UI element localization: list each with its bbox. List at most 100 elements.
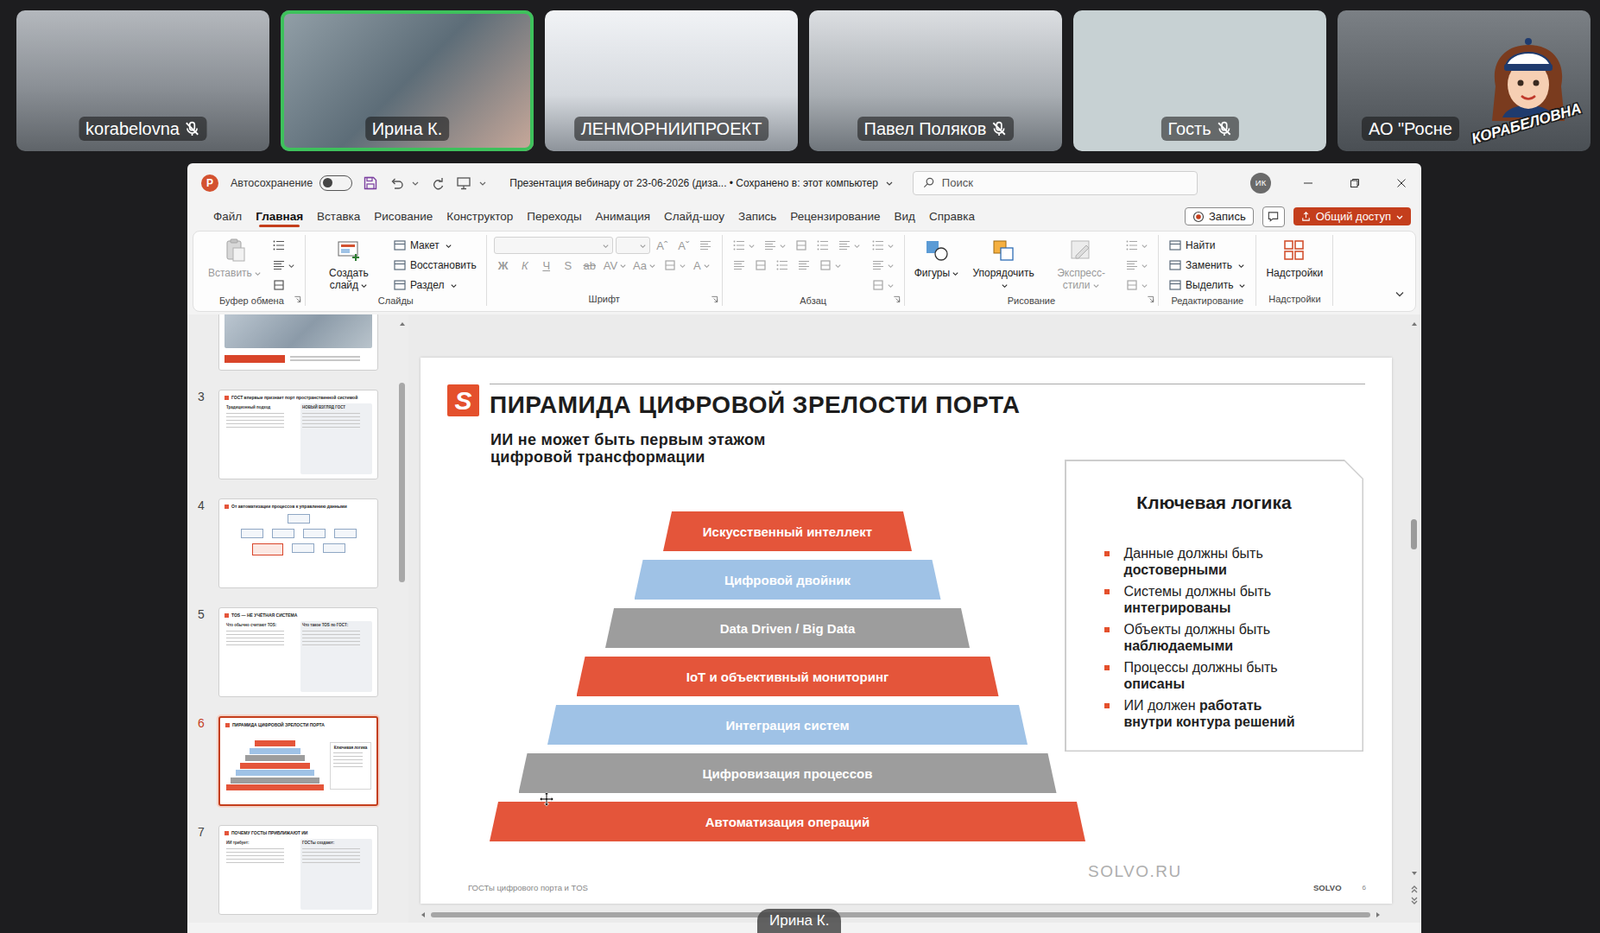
quick-access-menu-icon[interactable] [478,178,487,188]
ribbon-big-button[interactable]: Вставить [205,234,265,281]
ribbon-tab[interactable]: Слайд-шоу [657,204,732,228]
slide-thumbnail-item[interactable]: 3ГОСТ впервые признает порт пространстве… [197,389,409,480]
scrollbar-thumb[interactable] [1410,518,1417,550]
scrollbar-thumb[interactable] [430,911,1371,917]
dialog-launcher-icon[interactable] [1146,295,1155,304]
ribbon-tab[interactable]: Справка [922,204,982,228]
autosave-toggle[interactable] [319,175,353,191]
ribbon-icon-button[interactable] [1122,256,1151,274]
slide-thumbnail[interactable]: ГОСТ впервые признает порт пространствен… [218,389,379,480]
minimize-button[interactable] [1288,163,1329,203]
ribbon-small-button[interactable]: Заменить [1165,257,1248,273]
ribbon-icon-button[interactable] [660,256,690,274]
ribbon-icon-button[interactable] [868,236,898,254]
participant-tile[interactable]: ЛЕНМОРНИИПРОЕКТ [544,10,798,152]
ribbon-small-button[interactable]: Макет [390,237,456,253]
title-menu-icon[interactable] [885,178,894,188]
slide-thumbnail[interactable]: TOS — НЕ УЧЁТНАЯ СИСТЕМАЧто обычно счита… [218,607,379,697]
collapse-ribbon-icon[interactable] [1394,288,1405,299]
ribbon-icon-button[interactable] [794,256,814,274]
ribbon-icon-button[interactable] [729,256,749,274]
ribbon-tab[interactable]: Вставка [309,204,367,228]
ribbon-icon-button[interactable] [813,236,833,254]
slide-thumbnail-item[interactable]: 6ПИРАМИДА ЦИФРОВОЙ ЗРЕЛОСТИ ПОРТАКлючева… [197,715,409,806]
ribbon-icon-button[interactable] [729,236,759,254]
ribbon-tab[interactable]: Главная [248,204,310,228]
record-button[interactable]: Запись [1184,207,1254,226]
ribbon-tab[interactable]: Переходы [519,204,589,228]
scroll-left-icon[interactable] [418,910,428,919]
user-avatar[interactable]: ИК [1250,172,1272,194]
ribbon-icon-button[interactable] [772,256,792,274]
pane-scrollbar-thumb[interactable] [398,382,405,582]
ribbon-icon-button[interactable] [269,276,289,294]
ribbon-big-button[interactable]: Создать слайд [312,234,386,293]
slide-thumbnail-item[interactable]: 4От автоматизации процессов к управлению… [197,498,409,589]
previous-slide-icon[interactable] [1410,884,1419,893]
slide-thumbnail[interactable]: ПОЧЕМУ ГОСТЫ ПРИБЛИЖАЮТ ИИИИ требует:ГОС… [218,824,379,915]
ribbon-icon-button[interactable] [868,276,898,294]
redo-icon[interactable] [430,175,446,191]
ribbon-icon-button[interactable] [269,236,289,254]
scroll-down-icon[interactable] [1410,868,1419,878]
format-button[interactable]: A [691,258,713,273]
slide-thumbnail-item[interactable] [197,314,409,371]
participant-tile[interactable]: Гость [1073,10,1327,152]
ribbon-big-button[interactable]: Фигуры [911,234,962,281]
search-field[interactable]: Поиск [912,170,1198,196]
next-slide-icon[interactable] [1410,896,1419,905]
slide-thumbnail-item[interactable]: 7ПОЧЕМУ ГОСТЫ ПРИБЛИЖАЮТ ИИИИ требует:ГО… [197,824,409,915]
save-icon[interactable] [362,175,379,191]
maximize-button[interactable] [1334,163,1375,203]
font-field[interactable] [493,236,614,254]
slide-thumbnail-item[interactable]: 5TOS — НЕ УЧЁТНАЯ СИСТЕМАЧто обычно счит… [197,607,409,697]
ribbon-icon-button[interactable] [695,236,715,254]
dialog-launcher-icon[interactable] [892,295,901,304]
participant-tile[interactable]: Павел Поляков [809,10,1063,152]
ribbon-tab[interactable]: Запись [731,204,784,228]
participant-tile[interactable]: Ирина К. [280,10,534,152]
format-button[interactable]: S [558,258,578,273]
close-button[interactable] [1381,163,1422,203]
ribbon-icon-button[interactable] [815,256,845,274]
format-button[interactable]: AV [601,258,629,273]
ribbon-big-button[interactable]: Надстройки [1263,234,1326,281]
slide-thumbnail[interactable]: ПИРАМИДА ЦИФРОВОЙ ЗРЕЛОСТИ ПОРТАКлючевая… [218,715,379,806]
slideshow-icon[interactable] [455,175,472,191]
ribbon-tab[interactable]: Вид [887,204,923,228]
undo-menu-icon[interactable] [411,178,420,188]
ribbon-icon-button[interactable] [1122,276,1151,294]
format-button[interactable]: К [515,258,535,273]
format-button[interactable]: ab [580,258,600,273]
scroll-up-icon[interactable] [398,319,407,329]
ribbon-small-button[interactable]: Восстановить [390,257,480,273]
slide-thumbnail[interactable]: От автоматизации процессов к управлению … [218,498,379,589]
format-button[interactable]: Aˆ [652,238,672,253]
ribbon-tab[interactable]: Конструктор [439,204,520,228]
undo-icon[interactable] [388,175,405,191]
format-button[interactable]: Ч [537,258,557,273]
dialog-launcher-icon[interactable] [293,295,302,304]
ribbon-tab[interactable]: Рецензирование [783,204,887,228]
participant-tile[interactable]: korabelovna [16,10,270,152]
ribbon-icon-button[interactable] [791,236,811,254]
scroll-up-icon[interactable] [1410,319,1419,329]
slide[interactable]: SПИРАМИДА ЦИФРОВОЙ ЗРЕЛОСТИ ПОРТАИИ не м… [420,357,1392,904]
ribbon-icon-button[interactable] [760,236,790,254]
slide-thumbnail[interactable] [218,314,379,371]
font-field[interactable] [615,236,651,254]
ribbon-tab[interactable]: Рисование [366,204,440,228]
ribbon-icon-button[interactable] [868,256,898,274]
ribbon-icon-button[interactable] [1122,236,1151,254]
ribbon-icon-button[interactable] [269,256,298,274]
ribbon-icon-button[interactable] [751,256,771,274]
ribbon-big-button[interactable]: Упорядочить [967,234,1040,293]
scroll-right-icon[interactable] [1373,910,1383,919]
format-button[interactable]: Ж [493,258,513,273]
share-button[interactable]: Общий доступ [1293,207,1411,226]
document-title[interactable]: Презентация вебинару от 23-06-2026 (диза… [509,177,879,190]
format-button[interactable]: Aˇ [674,238,694,253]
comments-button[interactable] [1262,206,1285,228]
ribbon-small-button[interactable]: Выделить [1165,277,1249,293]
ribbon-tab[interactable]: Анимация [588,204,658,228]
